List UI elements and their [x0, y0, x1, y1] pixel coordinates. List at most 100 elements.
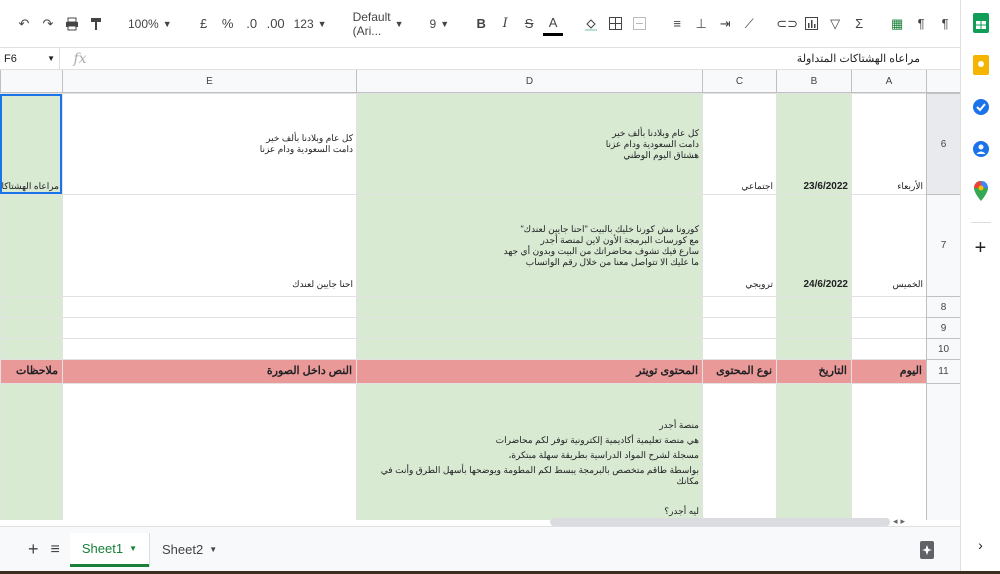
cell-f8[interactable] — [0, 297, 62, 317]
horizontal-scrollbar[interactable] — [550, 518, 890, 526]
contacts-icon[interactable] — [970, 138, 992, 160]
functions-icon[interactable]: Σ — [849, 12, 869, 36]
cell-b8[interactable] — [776, 297, 851, 317]
cell-e7[interactable]: احنا جايين لعندك — [62, 195, 356, 296]
cell-a10[interactable] — [851, 339, 926, 359]
cell-d8[interactable] — [356, 297, 702, 317]
cell-b10[interactable] — [776, 339, 851, 359]
paint-format-icon[interactable] — [86, 12, 106, 36]
cell-a12[interactable] — [851, 384, 926, 520]
cell-d9[interactable] — [356, 318, 702, 338]
zoom-select[interactable]: 100% ▼ — [124, 17, 176, 31]
cell-f11[interactable]: ملاحظات — [0, 360, 62, 383]
explore-button[interactable] — [908, 533, 946, 567]
row-header-7[interactable]: 7 — [926, 194, 960, 296]
strikethrough-button[interactable]: S — [519, 12, 539, 36]
cell-f7[interactable] — [0, 195, 62, 296]
merge-cells-icon[interactable] — [629, 12, 649, 36]
bold-button[interactable]: B — [471, 12, 491, 36]
row-header-9[interactable]: 9 — [926, 317, 960, 338]
column-header-e[interactable]: E — [62, 70, 356, 93]
percent-button[interactable]: % — [218, 12, 238, 36]
cell-a7[interactable]: الخميس — [851, 195, 926, 296]
text-rotate-icon[interactable]: ⟋ — [739, 12, 759, 36]
sheets-icon[interactable] — [970, 12, 992, 34]
fill-color-icon[interactable] — [581, 12, 601, 36]
add-sheet-button[interactable]: + — [0, 533, 45, 567]
borders-icon[interactable] — [605, 12, 625, 36]
cell-a11[interactable]: اليوم — [851, 360, 926, 383]
cell-a6[interactable]: الأربعاء — [851, 94, 926, 194]
cell-d7[interactable]: كورونا مش كورنا خليك بالبيت "احنا جايين … — [356, 195, 702, 296]
row-header-12[interactable] — [926, 383, 960, 520]
align-vertical-icon[interactable]: ⊥ — [691, 12, 711, 36]
cell-f9[interactable] — [0, 318, 62, 338]
more-formats-select[interactable]: 123 ▼ — [290, 17, 331, 31]
row-header-6[interactable]: 6 — [926, 93, 960, 194]
cell-e9[interactable] — [62, 318, 356, 338]
font-size-select[interactable]: 9 ▼ — [426, 17, 454, 31]
cell-a8[interactable] — [851, 297, 926, 317]
cell-c8[interactable] — [702, 297, 776, 317]
column-header-f[interactable] — [0, 70, 62, 93]
cell-d11[interactable]: المحتوى تويتر — [356, 360, 702, 383]
column-header-d[interactable]: D — [356, 70, 702, 93]
cell-c11[interactable]: نوع المحتوى — [702, 360, 776, 383]
cell-f10[interactable] — [0, 339, 62, 359]
column-header-c[interactable]: C — [702, 70, 776, 93]
italic-button[interactable]: I — [495, 12, 515, 36]
row-header-10[interactable]: 10 — [926, 338, 960, 359]
filter-icon[interactable]: ▽ — [825, 12, 845, 36]
cell-c6[interactable]: اجتماعي — [702, 94, 776, 194]
expand-panel-icon[interactable]: › — [970, 534, 992, 556]
currency-button[interactable]: £ — [194, 12, 214, 36]
cell-b7[interactable]: 24/6/2022 — [776, 195, 851, 296]
increase-decimal-button[interactable]: .00 — [266, 12, 286, 36]
tab-sheet1[interactable]: Sheet1 ▼ — [69, 532, 149, 567]
cell-a9[interactable] — [851, 318, 926, 338]
tasks-icon[interactable] — [970, 96, 992, 118]
cell-b6[interactable]: 23/6/2022 — [776, 94, 851, 194]
text-wrap-icon[interactable]: ⇥ — [715, 12, 735, 36]
cell-d6[interactable]: كل عام وبلادنا بألف خير دامت السعودية ود… — [356, 94, 702, 194]
select-all-corner[interactable] — [926, 70, 960, 93]
cell-f12[interactable] — [0, 384, 62, 520]
tab-sheet2[interactable]: Sheet2 ▼ — [148, 532, 229, 567]
row-header-8[interactable]: 8 — [926, 296, 960, 317]
maps-icon[interactable] — [970, 180, 992, 202]
insert-chart-icon[interactable] — [801, 12, 821, 36]
cell-e10[interactable] — [62, 339, 356, 359]
grid-icon[interactable]: ▦ — [887, 12, 907, 36]
column-header-b[interactable]: B — [776, 70, 851, 93]
font-select[interactable]: Default (Ari... ▼ — [349, 10, 408, 38]
redo-icon[interactable]: ↷ — [38, 12, 58, 36]
cell-e11[interactable]: النص داخل الصورة — [62, 360, 356, 383]
decrease-decimal-button[interactable]: .0 — [242, 12, 262, 36]
row-header-11[interactable]: 11 — [926, 359, 960, 383]
text-color-button[interactable]: A — [543, 12, 564, 36]
keep-icon[interactable] — [970, 54, 992, 76]
link-icon[interactable]: ⊂⊃ — [776, 12, 798, 36]
add-addon-icon[interactable]: + — [970, 237, 992, 259]
formula-input[interactable]: مراعاه الهشتاكات المتداولة — [100, 52, 960, 65]
cell-f6[interactable]: مراعاه الهشتاكات المتد — [0, 94, 62, 194]
cell-c9[interactable] — [702, 318, 776, 338]
cell-d10[interactable] — [356, 339, 702, 359]
cell-c12[interactable] — [702, 384, 776, 520]
ltr-icon[interactable]: ¶ — [935, 12, 955, 36]
cell-c10[interactable] — [702, 339, 776, 359]
cell-b9[interactable] — [776, 318, 851, 338]
print-icon[interactable] — [62, 12, 82, 36]
rtl-icon[interactable]: ¶ — [911, 12, 931, 36]
name-box[interactable]: F6 ▼ — [0, 48, 60, 69]
column-header-a[interactable]: A — [851, 70, 926, 93]
cell-e6[interactable]: كل عام وبلادنا بألف خير دامت السعودية ود… — [62, 94, 356, 194]
cell-d12[interactable]: منصة أجدر هي منصة تعليمية أكاديمية إلكتر… — [356, 384, 702, 520]
cell-e12[interactable] — [62, 384, 356, 520]
undo-icon[interactable]: ↶ — [14, 12, 34, 36]
cell-c7[interactable]: ترويجي — [702, 195, 776, 296]
cell-b12[interactable] — [776, 384, 851, 520]
all-sheets-button[interactable]: ≡ — [45, 533, 70, 567]
cell-b11[interactable]: التاريخ — [776, 360, 851, 383]
cell-e8[interactable] — [62, 297, 356, 317]
